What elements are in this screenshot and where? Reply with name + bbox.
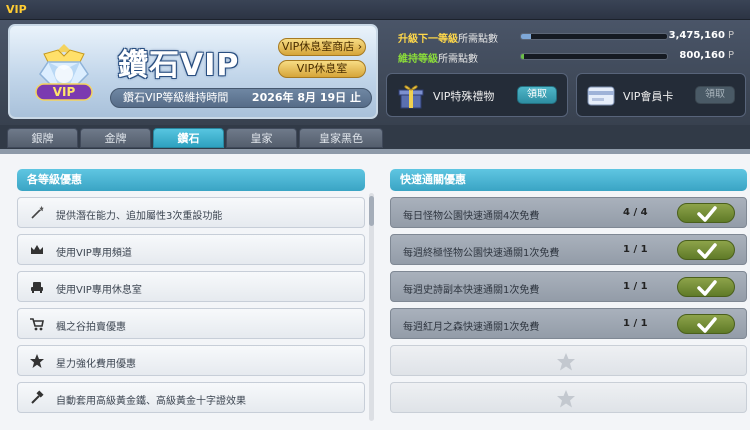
- vip-special-gift-label: VIP特殊禮物: [433, 90, 495, 103]
- benefit-item: 楓之谷拍賣優惠: [17, 308, 365, 339]
- quick-pass-item: 每週紅月之森快速通關1次免費 1 / 1: [390, 308, 747, 339]
- vip-special-gift-box: VIP特殊禮物 領取: [386, 73, 568, 117]
- quick-pass-text: 每週終極怪物公園快速通關1次免費: [403, 248, 560, 259]
- tab-royal-black[interactable]: 皇家黑色: [299, 128, 383, 148]
- quick-pass-count: 1 / 1: [623, 244, 648, 255]
- quick-pass-check-button[interactable]: [677, 240, 735, 260]
- upgrade-points-rest: 所需點數: [458, 34, 498, 45]
- crown-icon: [31, 245, 43, 254]
- benefit-item: 使用VIP專用休息室: [17, 271, 365, 302]
- tier-maintain-bar: 鑽石VIP等級維持時間 2026年 8月 19日 止: [110, 88, 372, 108]
- tab-gold[interactable]: 金牌: [80, 128, 151, 148]
- maintain-points-key: 維持等級: [398, 54, 438, 65]
- member-card-icon: [587, 86, 615, 106]
- maintain-points-rest: 所需點數: [438, 54, 478, 65]
- benefit-text: 使用VIP專用休息室: [56, 285, 142, 296]
- benefit-text: 楓之谷拍賣優惠: [56, 322, 126, 333]
- maintain-points-row: 維持等級所需點數 800,160 P: [394, 48, 742, 66]
- quick-pass-count: 1 / 1: [623, 281, 648, 292]
- hammer-icon: [31, 390, 44, 404]
- quick-pass-item: 每週史詩副本快速通關1次免費 1 / 1: [390, 271, 747, 302]
- star-placeholder-icon: [557, 390, 575, 408]
- vip-member-card-box: VIP會員卡 領取: [576, 73, 746, 117]
- star-icon: [30, 354, 44, 368]
- check-icon: [697, 317, 717, 333]
- maintain-points-value: 800,160: [679, 50, 725, 61]
- diamond-vip-emblem-icon: VIP: [35, 44, 93, 101]
- quick-pass-check-button[interactable]: [677, 314, 735, 334]
- vip-tier-name: 鑽石VIP: [118, 48, 240, 83]
- vip-special-gift-claim-button[interactable]: 領取: [517, 86, 557, 104]
- tier-benefits-header: 各等級優惠: [17, 169, 365, 191]
- quick-pass-empty-slot: [390, 382, 747, 413]
- check-icon: [697, 206, 717, 222]
- vip-lounge-button[interactable]: VIP休息室: [278, 60, 366, 78]
- chevron-right-icon: ›: [357, 40, 363, 53]
- window-titlebar: VIP: [0, 0, 750, 20]
- maintain-progress-bar: [520, 53, 668, 60]
- benefit-item: 提供潛在能力、追加屬性3次重設功能: [17, 197, 365, 228]
- vip-tier-card: VIP 鑽石VIP VIP休息室商店 › VIP休息室 鑽石VIP等級維持時間 …: [8, 24, 378, 119]
- tab-diamond[interactable]: 鑽石: [153, 128, 224, 148]
- quick-pass-count: 1 / 1: [623, 318, 648, 329]
- quick-pass-item: 每週終極怪物公園快速通關1次免費 1 / 1: [390, 234, 747, 265]
- wand-icon: [31, 205, 44, 219]
- benefit-text: 提供潛在能力、追加屬性3次重設功能: [56, 211, 223, 222]
- window-title: VIP: [6, 3, 27, 16]
- vip-lounge-shop-label: VIP休息室商店: [281, 40, 355, 53]
- quick-pass-empty-slot: [390, 345, 747, 376]
- benefits-scrollbar-thumb[interactable]: [369, 196, 374, 226]
- check-icon: [697, 243, 717, 259]
- quick-pass-check-button[interactable]: [677, 203, 735, 223]
- cart-icon: [30, 318, 44, 331]
- vip-lounge-shop-button[interactable]: VIP休息室商店 ›: [278, 38, 366, 56]
- tab-silver[interactable]: 銀牌: [7, 128, 78, 148]
- check-icon: [697, 280, 717, 296]
- upgrade-points-row: 升級下一等級所需點數 3,475,160 P: [394, 28, 742, 46]
- gift-box-icon: [398, 85, 424, 109]
- quick-pass-text: 每日怪物公園快速通關4次免費: [403, 211, 540, 222]
- points-progress-panel: 升級下一等級所需點數 3,475,160 P 維持等級所需點數 800,160 P: [386, 24, 746, 68]
- upgrade-progress-fill: [521, 34, 532, 39]
- benefit-item: 星力強化費用優惠: [17, 345, 365, 376]
- vip-member-card-label: VIP會員卡: [623, 90, 674, 103]
- points-unit: P: [727, 50, 734, 61]
- benefit-text: 自動套用高級黃金鐵、高級黃金十字證效果: [56, 396, 246, 407]
- quick-pass-item: 每日怪物公園快速通關4次免費 4 / 4: [390, 197, 747, 228]
- upgrade-points-value: 3,475,160: [668, 30, 725, 41]
- star-placeholder-icon: [557, 353, 575, 371]
- maintain-progress-fill: [521, 54, 524, 59]
- quick-pass-header: 快速通關優惠: [390, 169, 747, 191]
- tier-tab-bar: 銀牌 金牌 鑽石 皇家 皇家黑色: [0, 125, 750, 149]
- vip-member-card-claim-button[interactable]: 領取: [695, 86, 735, 104]
- benefit-text: 使用VIP專用頻道: [56, 248, 132, 259]
- benefit-item: 使用VIP專用頻道: [17, 234, 365, 265]
- points-unit: P: [727, 30, 734, 41]
- tier-maintain-label: 鑽石VIP等級維持時間: [123, 91, 229, 104]
- quick-pass-count: 4 / 4: [623, 207, 648, 218]
- benefits-scrollbar-track[interactable]: [369, 193, 374, 421]
- quick-pass-check-button[interactable]: [677, 277, 735, 297]
- tab-royal[interactable]: 皇家: [226, 128, 297, 148]
- tier-maintain-date: 2026年 8月 19日 止: [251, 91, 361, 104]
- benefit-item: 自動套用高級黃金鐵、高級黃金十字證效果: [17, 382, 365, 413]
- quick-pass-text: 每週史詩副本快速通關1次免費: [403, 285, 540, 296]
- quick-pass-text: 每週紅月之森快速通關1次免費: [403, 322, 540, 333]
- upgrade-progress-bar: [520, 33, 668, 40]
- armchair-icon: [31, 282, 43, 293]
- upgrade-points-key: 升級下一等級: [398, 34, 458, 45]
- benefit-text: 星力強化費用優惠: [56, 359, 136, 370]
- emblem-text: VIP: [53, 85, 76, 99]
